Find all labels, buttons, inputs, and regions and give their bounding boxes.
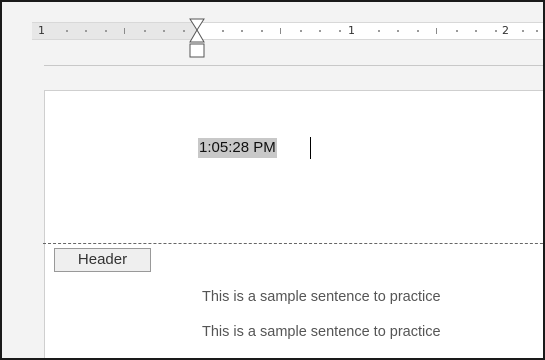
ruler-tick [456, 30, 458, 32]
ruler-tick [241, 30, 243, 32]
header-boundary-line [43, 243, 543, 244]
document-window: 1 1 2 1:05:28 PM Header This is a sample… [0, 0, 545, 360]
ruler-tick [536, 30, 538, 32]
body-text-line[interactable]: This is a sample sentence to practice [202, 324, 441, 340]
ruler-tick [144, 30, 146, 32]
indent-marker-icon[interactable] [188, 16, 206, 62]
ruler-tick [280, 28, 281, 34]
ruler-tick [222, 30, 224, 32]
ruler-tick [475, 30, 477, 32]
ruler-tick [85, 30, 87, 32]
text-cursor [310, 137, 311, 159]
ruler-margin-area [32, 23, 197, 39]
ruler-tick [300, 30, 302, 32]
ruler-tick [436, 28, 437, 34]
ruler-label: 2 [502, 24, 509, 37]
header-tab[interactable]: Header [54, 248, 151, 272]
ruler-label: 1 [348, 24, 355, 37]
ruler-tick [66, 30, 68, 32]
ruler-tick [183, 30, 185, 32]
ruler-baseline [44, 65, 543, 66]
ruler-tick [495, 30, 497, 32]
ruler-tick [124, 28, 125, 34]
ruler-tick [378, 30, 380, 32]
ruler-tick [105, 30, 107, 32]
time-field[interactable]: 1:05:28 PM [198, 138, 277, 158]
horizontal-ruler[interactable]: 1 1 2 [32, 22, 543, 40]
ruler-tick [319, 30, 321, 32]
ruler-tick [397, 30, 399, 32]
document-page[interactable]: 1:05:28 PM Header This is a sample sente… [43, 90, 543, 358]
ruler-label: 1 [38, 24, 45, 37]
ruler-tick [163, 30, 165, 32]
ruler-tick [261, 30, 263, 32]
ruler-tick [522, 30, 524, 32]
body-text-line[interactable]: This is a sample sentence to practice [202, 289, 441, 305]
ruler-tick [417, 30, 419, 32]
ruler-tick [339, 30, 341, 32]
